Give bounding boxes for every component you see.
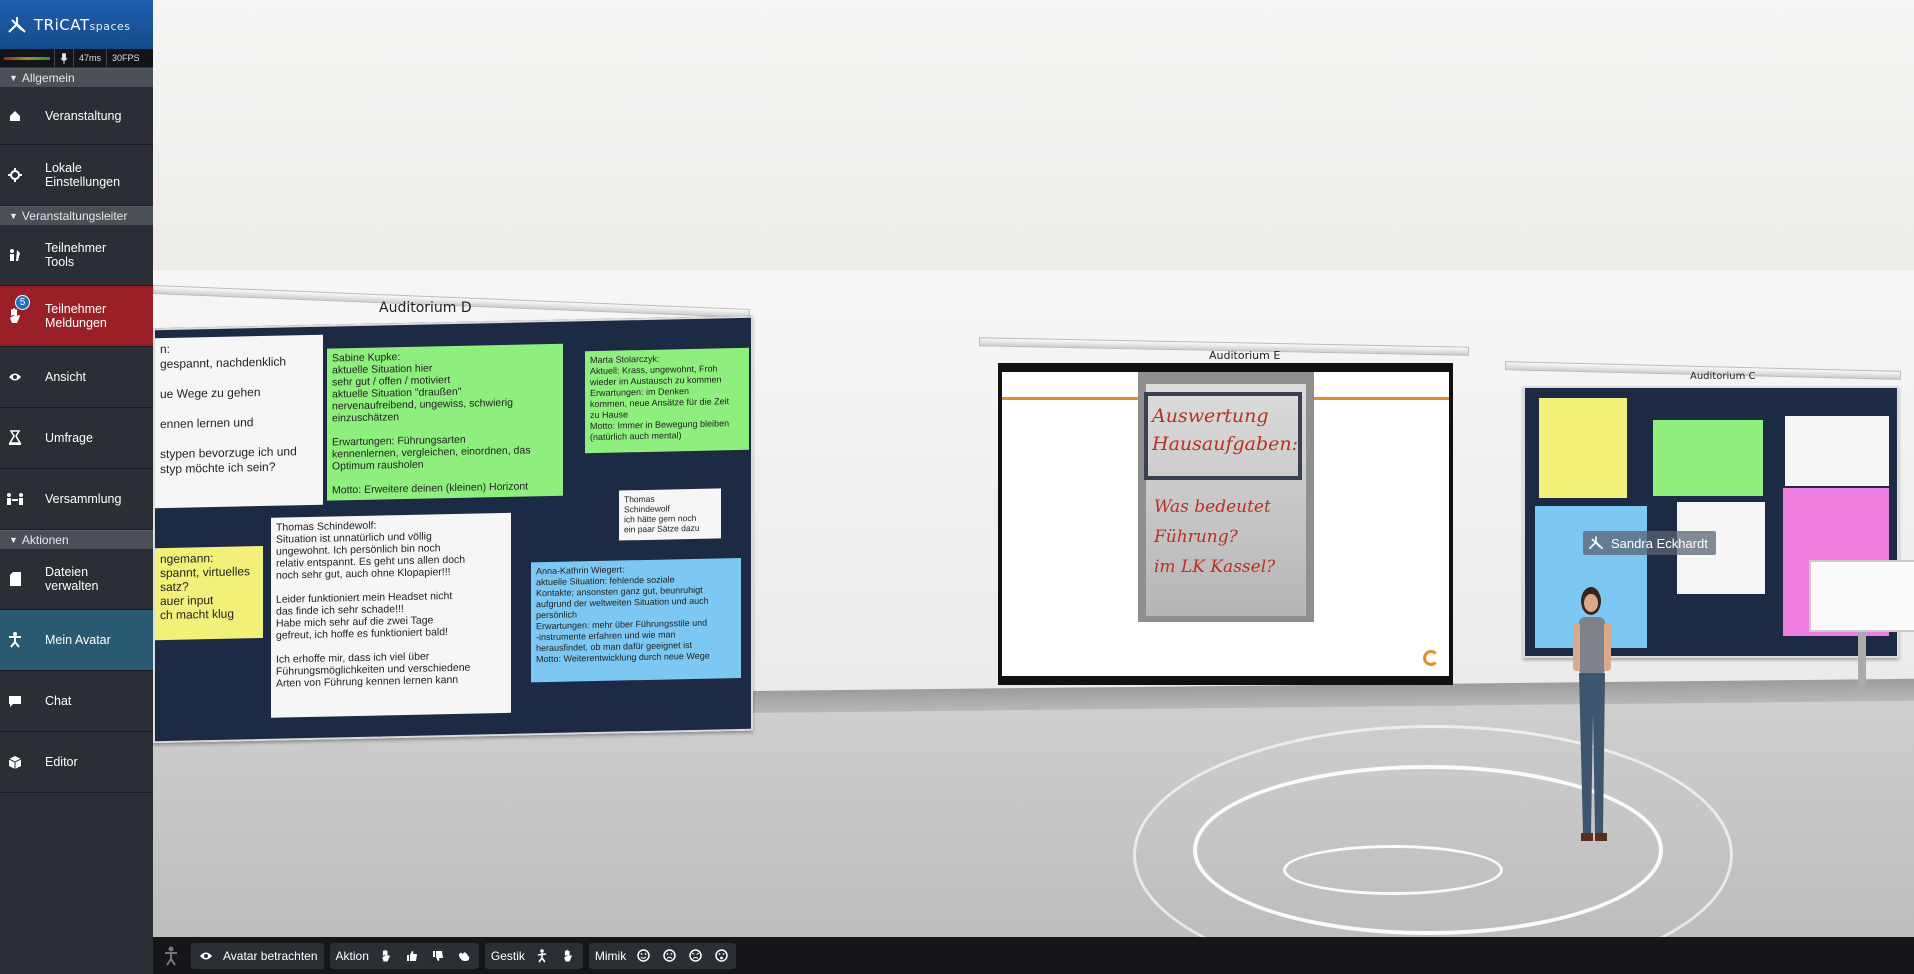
cube-icon — [0, 755, 30, 769]
action-label: Aktion — [335, 948, 369, 963]
view-avatar-label: Avatar betrachten — [223, 948, 318, 963]
nav-editor[interactable]: Editor — [0, 732, 153, 793]
app-logo: TRiCATspaces — [0, 0, 153, 49]
nav-participant-tools[interactable]: Teilnehmer Tools — [0, 225, 153, 286]
sticky-note[interactable]: n: gespannt, nachdenklich ue Wege zu geh… — [155, 334, 323, 509]
section-actions[interactable]: ▼ Aktionen — [0, 530, 153, 549]
side-screen-stand — [1858, 632, 1866, 692]
sticky-note[interactable] — [1539, 398, 1627, 498]
ceiling — [153, 0, 1914, 290]
nav-participant-reports-label: Teilnehmer Meldungen — [45, 302, 107, 330]
eye-icon — [197, 947, 215, 965]
sticky-note[interactable]: Thomas Schindewolf ich hätte gern noch e… — [619, 488, 721, 541]
nav-my-avatar-label: Mein Avatar — [45, 633, 111, 647]
gear-icon — [0, 168, 30, 182]
nav-local-settings[interactable]: Lokale Einstellungen — [0, 145, 153, 206]
avatar-name: Sandra Eckhardt — [1611, 535, 1708, 551]
sidebar: TRiCATspaces 47ms 30FPS ▼ Allgemein Veran… — [0, 0, 153, 974]
nav-chat[interactable]: Chat — [0, 671, 153, 732]
collapse-triangle-icon: ▼ — [9, 73, 18, 83]
avatar-silhouette-icon[interactable] — [157, 946, 185, 966]
surprised-face-icon[interactable] — [712, 947, 730, 965]
mimic-group: Mimik — [588, 942, 737, 969]
sticky-note[interactable]: ngemann: spannt, virtuelles satz? auer i… — [155, 545, 263, 641]
gesture-group: Gestik — [484, 942, 583, 969]
nav-participant-tools-label: Teilnehmer Tools — [45, 241, 107, 269]
whiteboard-auditorium-d[interactable]: n: gespannt, nachdenklich ue Wege zu geh… — [153, 315, 753, 744]
view-avatar-button[interactable]: Avatar betrachten — [191, 942, 324, 969]
thumbs-up-icon[interactable] — [403, 947, 421, 965]
file-icon — [0, 572, 30, 586]
board-c-title: Auditorium C — [1690, 371, 1756, 382]
nav-event[interactable]: Veranstaltung — [0, 87, 153, 145]
presentation-screen-auditorium-e[interactable]: Auswertung Hausaufgaben: Was bedeutet Fü… — [998, 363, 1453, 685]
flipchart-heading: Auswertung Hausaufgaben: — [1152, 405, 1299, 455]
nav-view-label: Ansicht — [45, 370, 86, 384]
nav-editor-label: Editor — [45, 755, 78, 769]
assembly-icon — [0, 492, 30, 506]
collapse-triangle-icon: ▼ — [9, 211, 18, 221]
section-organizer[interactable]: ▼ Veranstaltungsleiter — [0, 206, 153, 225]
status-bar: 47ms 30FPS — [0, 49, 153, 68]
fps-readout: 30FPS — [106, 49, 145, 67]
sad-face-icon[interactable] — [660, 947, 678, 965]
sticky-note[interactable] — [1785, 416, 1889, 486]
board-e-title: Auditorium E — [1209, 349, 1281, 362]
nav-survey-label: Umfrage — [45, 431, 93, 445]
gesture-label: Gestik — [490, 948, 525, 963]
participant-tools-icon — [0, 248, 30, 262]
tricat-logo-icon — [8, 16, 26, 33]
avatar-nameplate: Sandra Eckhardt — [1583, 531, 1716, 555]
raised-hand-icon — [0, 307, 30, 325]
nav-manage-files-label: Dateien verwalten — [45, 565, 99, 593]
eye-icon — [0, 372, 30, 382]
side-screen[interactable] — [1809, 560, 1914, 632]
nav-participant-reports[interactable]: 5 Teilnehmer Meldungen — [0, 286, 153, 347]
home-icon — [0, 110, 30, 122]
nav-chat-label: Chat — [45, 694, 72, 708]
audio-level-meter — [4, 56, 50, 60]
nav-assembly[interactable]: Versammlung — [0, 469, 153, 530]
walk-gesture-icon[interactable] — [533, 947, 551, 965]
applause-icon[interactable] — [455, 947, 473, 965]
reports-count-badge: 5 — [15, 295, 30, 310]
thumbs-down-icon[interactable] — [429, 947, 447, 965]
flipchart-photo: Auswertung Hausaufgaben: Was bedeutet Fü… — [1138, 372, 1314, 622]
sticky-note[interactable] — [1653, 420, 1763, 496]
flipchart-question: Was bedeutet Führung? im LK Kassel? — [1154, 497, 1276, 577]
virtual-room-viewport[interactable]: Auditorium D n: gespannt, nachdenklich u… — [153, 0, 1914, 937]
sticky-note[interactable]: Marta Stolarczyk: Aktuell: Krass, ungewo… — [585, 347, 749, 454]
sticky-note[interactable]: Anna-Kathrin Wiegert: aktuelle Situation… — [531, 557, 741, 683]
sticky-note[interactable]: Thomas Schindewolf: Situation ist unnatü… — [271, 512, 511, 718]
raise-hand-icon[interactable] — [377, 947, 395, 965]
sticky-note[interactable]: Sabine Kupke: aktuelle Situation hier se… — [327, 343, 563, 501]
smile-face-icon[interactable] — [634, 947, 652, 965]
ping-readout: 47ms — [73, 49, 106, 67]
mimic-label: Mimik — [594, 948, 627, 963]
bottom-toolbar: Avatar betrachten Aktion Gestik Mimik — [153, 937, 1914, 974]
avatar-figure[interactable] — [1567, 583, 1627, 853]
nav-my-avatar[interactable]: Mein Avatar — [0, 610, 153, 671]
nav-assembly-label: Versammlung — [45, 492, 122, 506]
nav-view[interactable]: Ansicht — [0, 347, 153, 408]
nav-event-label: Veranstaltung — [45, 108, 122, 123]
board-d-title: Auditorium D — [379, 300, 472, 316]
wave-gesture-icon[interactable] — [559, 947, 577, 965]
chat-bubble-icon — [0, 695, 30, 708]
survey-icon — [0, 430, 30, 446]
tricat-logo-icon — [1588, 536, 1604, 550]
person-icon — [0, 632, 30, 648]
angry-face-icon[interactable] — [686, 947, 704, 965]
microphone-icon[interactable] — [54, 49, 73, 67]
section-general[interactable]: ▼ Allgemein — [0, 68, 153, 87]
nav-local-settings-label: Lokale Einstellungen — [45, 161, 121, 189]
nav-survey[interactable]: Umfrage — [0, 408, 153, 469]
collapse-triangle-icon: ▼ — [9, 535, 18, 545]
action-group: Aktion — [329, 942, 479, 969]
app-logo-text: TRiCATspaces — [34, 15, 131, 34]
nav-manage-files[interactable]: Dateien verwalten — [0, 549, 153, 610]
slide-logo-icon — [1423, 650, 1439, 666]
